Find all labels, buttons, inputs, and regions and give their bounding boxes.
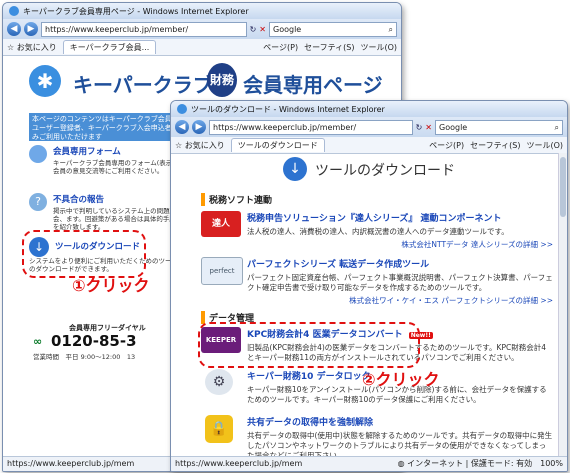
search-icon[interactable]: ⌕: [389, 23, 393, 36]
header-badge: 財務: [207, 63, 237, 97]
globe-icon: ◍: [397, 459, 408, 468]
menu-page[interactable]: ページ(P): [263, 42, 298, 53]
forward-icon[interactable]: ▶: [24, 22, 38, 36]
title-bar: ツールのダウンロード - Windows Internet Explorer: [171, 101, 567, 117]
forms-desc: キーパークラブ会員専用のフォーム(表示順会員の意見交流等にご利用ください。: [53, 159, 179, 175]
menu-page[interactable]: ページ(P): [429, 140, 464, 151]
url-field[interactable]: https://www.keeperclub.jp/member/: [41, 21, 247, 37]
back-icon[interactable]: ◀: [7, 22, 21, 36]
notice-box: 本ページのコンテンツはキーパークラブ会員のユーザー登録者、キーパークラブ入会申込…: [29, 113, 183, 141]
menu-tools[interactable]: ツール(O): [360, 42, 397, 53]
tab-member[interactable]: キーパークラブ会員...: [62, 40, 157, 54]
header-left-text: キーパークラブ: [73, 73, 213, 97]
menu-safety[interactable]: セーフティ(S): [304, 42, 354, 53]
menu-tools[interactable]: ツール(O): [526, 140, 563, 151]
page-title-block: ↓ ツールのダウンロード: [283, 157, 483, 183]
command-bar: ☆ お気に入り キーパークラブ会員... ページ(P) セーフティ(S) ツール…: [3, 39, 401, 56]
front-browser-window: ツールのダウンロード - Windows Internet Explorer ◀…: [170, 100, 568, 472]
zoom-level[interactable]: 100%: [540, 459, 563, 468]
site-header: ✱ キーパークラブ 財務 会員専用ページ: [25, 63, 385, 103]
menu-safety[interactable]: セーフティ(S): [470, 140, 520, 151]
data-lock-icon: ⚙: [205, 369, 233, 395]
click-annotation-2: ②クリック: [362, 370, 440, 389]
ie-icon: [177, 104, 187, 114]
freedial-logo-icon: ∞: [33, 335, 43, 348]
scrollbar[interactable]: [558, 153, 567, 457]
search-input[interactable]: Google ⌕: [269, 21, 397, 37]
ie-icon: [9, 6, 19, 16]
stop-icon[interactable]: ✕: [259, 25, 266, 34]
url-field[interactable]: https://www.keeperclub.jp/member/: [209, 119, 413, 135]
forms-icon: [29, 145, 47, 163]
forward-icon[interactable]: ▶: [192, 120, 206, 134]
click-annotation-1: ①クリック: [72, 276, 150, 295]
perfect-link[interactable]: パーフェクトシリーズ 転送データ作成ツール: [247, 257, 553, 270]
page-content: ↓ ツールのダウンロード 税務ソフト連動 達人 税務申告ソリューション『達人シリ…: [171, 153, 567, 460]
section-tax-software: 税務ソフト連動: [201, 193, 272, 206]
favorites-button[interactable]: ☆ お気に入り: [7, 42, 57, 53]
header-right-text: 会員専用ページ: [243, 73, 383, 97]
status-zone: ◍ インターネット | 保護モード: 有効 100%: [397, 459, 563, 468]
tab-tool-download[interactable]: ツールのダウンロード: [230, 138, 325, 152]
hours-text: 営業時間 平日 9:00～12:00 13: [33, 353, 136, 361]
search-input[interactable]: Google ⌕: [435, 119, 563, 135]
tatsujin-desc: 法人税の達人、消費税の達人、内訳概況書の達人へのデータ連動ツールです。: [247, 227, 509, 236]
refresh-icon[interactable]: ↻: [250, 25, 257, 34]
bug-report-title[interactable]: 不具合の報告: [53, 193, 104, 205]
status-url: https://www.keeperclub.jp/mem: [175, 459, 303, 468]
forms-title[interactable]: 会員専用フォーム: [53, 145, 121, 157]
status-url: https://www.keeperclub.jp/mem: [7, 459, 135, 468]
perfect-logo: perfect: [201, 257, 243, 285]
padlock-icon: 🔒: [205, 415, 233, 443]
window-title: ツールのダウンロード - Windows Internet Explorer: [191, 104, 385, 114]
title-bar: キーパークラブ会員専用ページ - Windows Internet Explor…: [3, 3, 401, 19]
perfect-more-link[interactable]: 株式会社ワイ・ケイ・エス パーフェクトシリーズの詳細 >>: [247, 295, 553, 306]
refresh-icon[interactable]: ↻: [416, 123, 423, 132]
question-icon: ?: [29, 193, 47, 211]
accessibility-icon: ✱: [29, 65, 61, 97]
item-tatsujin: 税務申告ソリューション『達人シリーズ』 連動コンポーネント 法人税の達人、消費税…: [247, 211, 553, 250]
download-arrow-icon: ↓: [283, 157, 307, 181]
back-icon[interactable]: ◀: [175, 120, 189, 134]
scrollbar-thumb[interactable]: [560, 157, 566, 217]
highlight-ellipse-2: [198, 322, 420, 368]
search-icon[interactable]: ⌕: [555, 121, 559, 134]
item-force-release: 共有データの取得中を強制解除 共有データの取得中(使用中)状態を解除するためのツ…: [247, 415, 553, 461]
address-bar: ◀ ▶ https://www.keeperclub.jp/member/ ↻ …: [171, 117, 567, 137]
status-bar: https://www.keeperclub.jp/mem ◍ インターネット …: [171, 456, 567, 471]
page-title: ツールのダウンロード: [315, 163, 455, 179]
force-release-link[interactable]: 共有データの取得中を強制解除: [247, 415, 553, 428]
highlight-ellipse-1: [22, 230, 146, 278]
perfect-desc: パーフェクト固定資産台帳、パーフェクト事業概況説明書、パーフェクト決算書、パーフ…: [247, 273, 553, 292]
window-title: キーパークラブ会員専用ページ - Windows Internet Explor…: [23, 6, 249, 16]
stop-icon[interactable]: ✕: [425, 123, 432, 132]
favorites-button[interactable]: ☆ お気に入り: [175, 140, 225, 151]
tatsujin-more-link[interactable]: 株式会社NTTデータ 達人シリーズの詳細 >>: [247, 239, 553, 250]
command-bar: ☆ お気に入り ツールのダウンロード ページ(P) セーフティ(S) ツール(O…: [171, 137, 567, 154]
tatsujin-link[interactable]: 税務申告ソリューション『達人シリーズ』 連動コンポーネント: [247, 211, 553, 224]
freedial-number: 0120-85-3: [51, 332, 137, 350]
address-bar: ◀ ▶ https://www.keeperclub.jp/member/ ↻ …: [3, 19, 401, 39]
item-perfect: パーフェクトシリーズ 転送データ作成ツール パーフェクト固定資産台帳、パーフェク…: [247, 257, 553, 306]
tatsujin-logo: 達人: [201, 211, 241, 237]
bug-report-desc: 掲示中で判明しているシステム上の問題の会、ます。回避策がある場合は具体的手順を紹…: [53, 207, 177, 231]
